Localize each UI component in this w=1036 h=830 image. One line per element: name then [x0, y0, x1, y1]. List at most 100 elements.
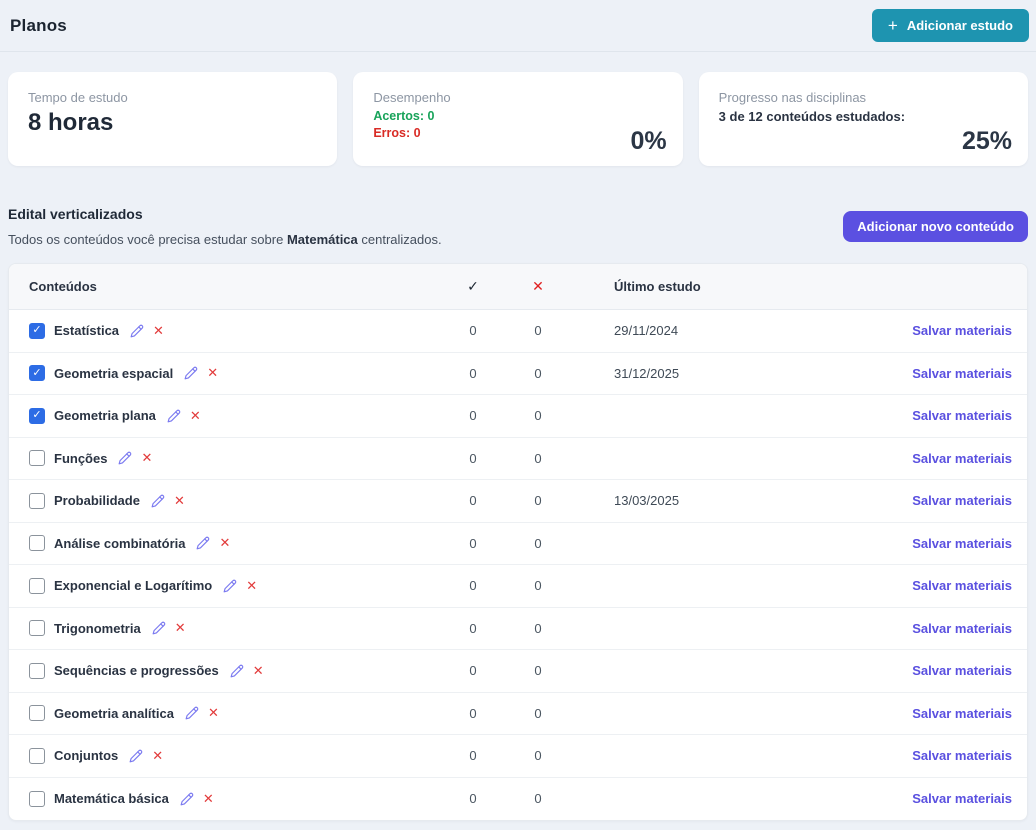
edital-section-header: Edital verticalizados Todos os conteúdos…	[8, 206, 1028, 247]
save-materials-link[interactable]: Salvar materiais	[912, 493, 1012, 508]
row-correct-count: 0	[469, 705, 477, 721]
save-materials-link[interactable]: Salvar materiais	[912, 451, 1012, 466]
row-checkbox[interactable]: ✓	[29, 577, 45, 594]
column-header-last-study: Último estudo	[614, 279, 701, 294]
save-materials-link[interactable]: Salvar materiais	[912, 706, 1012, 721]
row-content-cell: ✓ Sequências e progressões ✕	[29, 662, 443, 679]
edit-pencil-icon[interactable]	[185, 706, 199, 720]
row-wrong-count: 0	[534, 535, 542, 551]
row-checkbox[interactable]: ✓	[29, 535, 45, 552]
row-correct-count: 0	[469, 748, 477, 764]
card-performance: Desempenho Acertos: 0 Erros: 0 0%	[353, 72, 683, 166]
performance-acertos: Acertos: 0	[373, 109, 435, 123]
delete-x-icon[interactable]: ✕	[153, 323, 164, 339]
delete-x-icon[interactable]: ✕	[203, 791, 214, 807]
delete-x-icon[interactable]: ✕	[207, 365, 218, 381]
row-correct-count: 0	[469, 408, 477, 424]
row-content-cell: ✓ Geometria analítica ✕	[29, 705, 443, 722]
row-wrong-count: 0	[534, 705, 542, 721]
row-wrong-count: 0	[534, 663, 542, 679]
row-label: Sequências e progressões	[54, 663, 219, 679]
delete-x-icon[interactable]: ✕	[152, 748, 163, 764]
edit-pencil-icon[interactable]	[223, 579, 237, 593]
add-study-button[interactable]: + Adicionar estudo	[871, 9, 1029, 42]
save-materials-link[interactable]: Salvar materiais	[912, 663, 1012, 678]
row-content-cell: ✓ Conjuntos ✕	[29, 747, 443, 764]
row-checkbox[interactable]: ✓	[29, 790, 45, 807]
row-checkbox[interactable]: ✓	[29, 620, 45, 637]
delete-x-icon[interactable]: ✕	[253, 663, 264, 679]
page-title: Planos	[10, 15, 67, 35]
row-checkbox[interactable]: ✓	[29, 450, 45, 467]
save-materials-link[interactable]: Salvar materiais	[912, 323, 1012, 338]
row-label: Probabilidade	[54, 493, 140, 509]
contents-table: Conteúdos ✓ ✕ Último estudo ✓ Estatístic…	[8, 263, 1028, 821]
table-row: ✓ Sequências e progressões ✕ 0 0 Salvar …	[9, 650, 1027, 693]
table-row: ✓ Trigonometria ✕ 0 0 Salvar materiais	[9, 608, 1027, 650]
edit-pencil-icon[interactable]	[151, 494, 165, 508]
row-checkbox[interactable]: ✓	[29, 407, 45, 424]
plus-icon: +	[887, 16, 898, 35]
delete-x-icon[interactable]: ✕	[246, 578, 257, 594]
edit-pencil-icon[interactable]	[129, 749, 143, 763]
table-row: ✓ Funções ✕ 0 0 Salvar materiais	[9, 438, 1027, 480]
edital-description-subject: Matemática	[286, 232, 358, 247]
delete-x-icon[interactable]: ✕	[190, 408, 201, 424]
performance-percent: 0%	[630, 127, 667, 155]
save-materials-link[interactable]: Salvar materiais	[912, 536, 1012, 551]
edit-pencil-icon[interactable]	[118, 451, 132, 465]
delete-x-icon[interactable]: ✕	[174, 493, 185, 509]
edit-pencil-icon[interactable]	[152, 621, 166, 635]
row-content-cell: ✓ Análise combinatória ✕	[29, 535, 443, 552]
row-label: Geometria espacial	[54, 365, 174, 381]
study-time-label: Tempo de estudo	[28, 90, 128, 105]
delete-x-icon[interactable]: ✕	[208, 705, 219, 721]
row-correct-count: 0	[469, 663, 477, 679]
edital-description: Todos os conteúdos você precisa estudar …	[8, 232, 442, 247]
row-actions-cell: Salvar materiais	[813, 493, 1012, 508]
row-wrong-count: 0	[534, 748, 542, 764]
table-row: ✓ Geometria espacial ✕ 0 0 31/12/2025 Sa…	[9, 353, 1027, 395]
row-checkbox[interactable]: ✓	[29, 365, 45, 382]
table-header-row: Conteúdos ✓ ✕ Último estudo	[9, 264, 1027, 310]
delete-x-icon[interactable]: ✕	[141, 450, 152, 466]
row-label: Funções	[54, 450, 108, 466]
table-row: ✓ Geometria plana ✕ 0 0 Salvar materiais	[9, 395, 1027, 438]
edit-pencil-icon[interactable]	[196, 536, 210, 550]
row-correct-count: 0	[469, 535, 477, 551]
edital-description-prefix: Todos os conteúdos você precisa estudar …	[8, 232, 287, 247]
row-label: Geometria plana	[54, 408, 156, 424]
save-materials-link[interactable]: Salvar materiais	[912, 748, 1012, 763]
row-actions-cell: Salvar materiais	[813, 451, 1012, 466]
edit-pencil-icon[interactable]	[130, 324, 144, 338]
edit-pencil-icon[interactable]	[184, 366, 198, 380]
row-content-cell: ✓ Probabilidade ✕	[29, 492, 443, 509]
row-actions-cell: Salvar materiais	[813, 706, 1012, 721]
save-materials-link[interactable]: Salvar materiais	[912, 578, 1012, 593]
save-materials-link[interactable]: Salvar materiais	[912, 621, 1012, 636]
edit-pencil-icon[interactable]	[230, 664, 244, 678]
row-wrong-count: 0	[534, 323, 542, 339]
save-materials-link[interactable]: Salvar materiais	[912, 366, 1012, 381]
row-checkbox[interactable]: ✓	[29, 705, 45, 722]
edital-title: Edital verticalizados	[8, 206, 143, 222]
delete-x-icon[interactable]: ✕	[219, 535, 230, 551]
row-checkbox[interactable]: ✓	[29, 662, 45, 679]
table-row: ✓ Exponencial e Logarítimo ✕ 0 0 Salvar …	[9, 565, 1027, 608]
row-label: Conjuntos	[54, 748, 119, 764]
table-row: ✓ Geometria analítica ✕ 0 0 Salvar mater…	[9, 693, 1027, 735]
edit-pencil-icon[interactable]	[180, 792, 194, 806]
add-content-button[interactable]: Adicionar novo conteúdo	[843, 211, 1028, 242]
delete-x-icon[interactable]: ✕	[175, 620, 186, 636]
row-checkbox[interactable]: ✓	[29, 322, 45, 339]
row-label: Exponencial e Logarítimo	[54, 578, 213, 594]
save-materials-link[interactable]: Salvar materiais	[912, 791, 1012, 806]
row-actions-cell: Salvar materiais	[813, 408, 1012, 423]
save-materials-link[interactable]: Salvar materiais	[912, 408, 1012, 423]
row-correct-count: 0	[469, 493, 477, 509]
row-checkbox[interactable]: ✓	[29, 747, 45, 764]
row-checkbox[interactable]: ✓	[29, 492, 45, 509]
card-progress: Progresso nas disciplinas 3 de 12 conteú…	[698, 72, 1028, 166]
edit-pencil-icon[interactable]	[167, 409, 181, 423]
row-label: Estatística	[54, 323, 120, 339]
